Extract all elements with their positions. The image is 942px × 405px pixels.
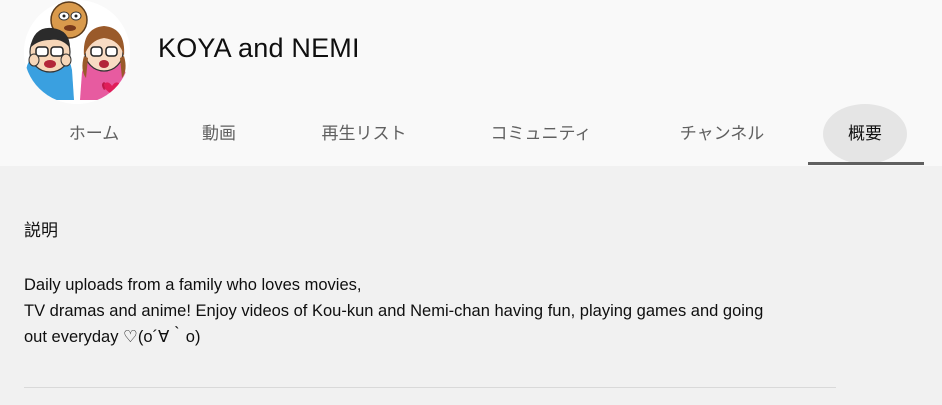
description-line: out everyday ♡(o´∀｀o) (24, 328, 201, 346)
section-divider (24, 387, 836, 388)
about-content: 説明 Daily uploads from a family who loves… (0, 166, 942, 405)
tab-playlists[interactable]: 再生リスト (312, 104, 416, 164)
tab-about[interactable]: 概要 (823, 104, 907, 164)
description-heading: 説明 (24, 221, 58, 241)
channel-name: KOYA and NEMI (158, 33, 360, 63)
channel-avatar[interactable] (24, 0, 130, 104)
active-tab-indicator (808, 162, 924, 165)
avatar-illustration (24, 0, 130, 104)
description-line: TV dramas and anime! Enjoy videos of Kou… (24, 302, 764, 320)
channel-tabs: ホーム 動画 再生リスト コミュニティ チャンネル 概要 (0, 104, 942, 166)
tab-home[interactable]: ホーム (58, 104, 130, 164)
tab-videos[interactable]: 動画 (194, 104, 244, 164)
description-line: Daily uploads from a family who loves mo… (24, 276, 362, 294)
tab-community[interactable]: コミュニティ (481, 104, 601, 164)
channel-description: Daily uploads from a family who loves mo… (24, 272, 844, 350)
channel-header: KOYA and NEMI ホーム 動画 再生リスト コミュニティ チャンネル … (0, 0, 942, 166)
tab-channels[interactable]: チャンネル (670, 104, 774, 164)
